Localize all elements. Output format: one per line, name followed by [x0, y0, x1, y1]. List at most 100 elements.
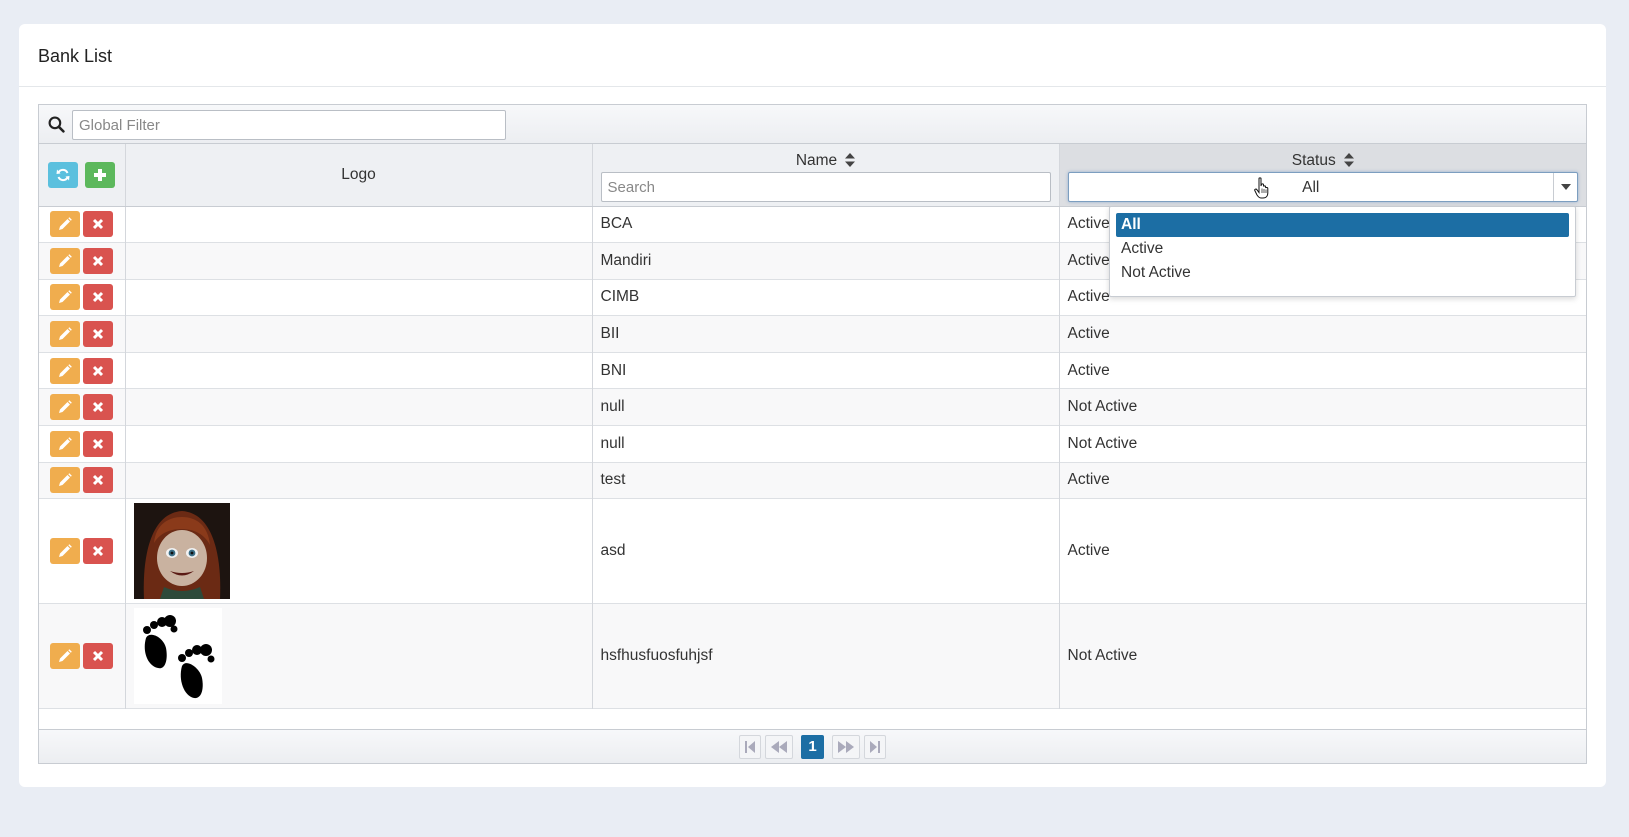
footprints-image [133, 608, 222, 705]
status-cell: Not Active [1067, 647, 1138, 665]
status-cell: Active [1067, 325, 1110, 343]
logo-header-label: Logo [341, 166, 376, 183]
logo-cell [125, 498, 593, 604]
row-actions [39, 462, 126, 499]
pencil-icon [59, 400, 73, 414]
table-row: asd Active [39, 498, 1586, 604]
table-row: null Not Active [39, 388, 1586, 426]
pencil-icon [59, 217, 73, 231]
row-actions [39, 279, 126, 316]
logo-cell [125, 603, 593, 709]
name-cell: null [592, 388, 1060, 426]
logo-cell [125, 206, 593, 243]
next-page-button[interactable] [832, 735, 860, 759]
delete-button[interactable] [83, 211, 114, 238]
page-title: Bank List [19, 24, 1606, 87]
pencil-icon [59, 290, 73, 304]
logo-cell [125, 242, 593, 280]
doll-portrait-image [133, 503, 230, 600]
name-cell: asd [592, 498, 1060, 604]
row-actions [39, 206, 126, 243]
first-page-button[interactable] [739, 735, 761, 759]
edit-button[interactable] [50, 247, 81, 274]
row-actions [39, 352, 126, 389]
plus-icon [94, 168, 107, 181]
pencil-icon [59, 327, 73, 341]
status-cell: Active [1067, 361, 1110, 379]
delete-button[interactable] [83, 247, 114, 274]
status-option[interactable]: Active [1116, 237, 1569, 261]
status-option[interactable]: Not Active [1116, 261, 1569, 285]
search-icon [48, 116, 65, 133]
row-actions [39, 425, 126, 463]
sort-icon[interactable] [845, 153, 856, 167]
global-filter-input[interactable] [72, 110, 506, 140]
delete-button[interactable] [83, 643, 114, 670]
chevron-down-icon [1561, 184, 1571, 190]
status-option[interactable]: All [1116, 213, 1569, 237]
status-filter-dropdown[interactable]: All [1067, 172, 1578, 202]
pencil-icon [59, 437, 73, 450]
last-page-button[interactable] [864, 735, 886, 759]
hand-cursor-icon [1254, 177, 1269, 199]
global-filter-bar [39, 105, 1586, 144]
add-button[interactable] [85, 161, 116, 188]
current-page-button[interactable]: 1 [801, 735, 824, 759]
last-page-icon [870, 741, 880, 753]
status-cell: Active [1067, 542, 1110, 560]
delete-button[interactable] [83, 430, 114, 457]
paginator: 1 [39, 729, 1586, 763]
delete-button[interactable] [83, 538, 114, 565]
delete-button[interactable] [83, 394, 114, 421]
first-page-icon [745, 741, 755, 753]
edit-button[interactable] [50, 643, 81, 670]
logo-cell [125, 315, 593, 353]
refresh-button[interactable] [48, 161, 79, 188]
close-icon [93, 292, 104, 303]
name-header-label: Name [795, 152, 838, 169]
status-dropdown-panel: All Active Not Active [1109, 206, 1576, 297]
pencil-icon [59, 544, 73, 558]
edit-button[interactable] [50, 467, 81, 494]
refresh-icon [56, 168, 70, 181]
delete-button[interactable] [83, 321, 114, 348]
name-header[interactable]: Name [592, 144, 1060, 207]
logo-cell [125, 388, 593, 426]
name-cell: Mandiri [592, 242, 1060, 280]
sort-icon[interactable] [1343, 153, 1354, 167]
row-actions [39, 315, 126, 353]
actions-header [39, 144, 126, 207]
status-cell: Not Active [1067, 398, 1138, 416]
status-cell: Active [1067, 471, 1110, 489]
table-row: null Not Active [39, 425, 1586, 463]
edit-button[interactable] [50, 394, 81, 421]
edit-button[interactable] [50, 430, 81, 457]
edit-button[interactable] [50, 284, 81, 311]
edit-button[interactable] [50, 538, 81, 565]
delete-button[interactable] [83, 284, 114, 311]
delete-button[interactable] [83, 357, 114, 384]
pencil-icon [59, 363, 73, 377]
prev-page-button[interactable] [765, 735, 793, 759]
name-cell: BCA [592, 206, 1060, 243]
edit-button[interactable] [50, 357, 81, 384]
close-icon [93, 438, 104, 449]
name-cell: test [592, 462, 1060, 499]
row-actions [39, 388, 126, 426]
edit-button[interactable] [50, 321, 81, 348]
dropdown-trigger[interactable] [1553, 173, 1577, 201]
close-icon [93, 475, 104, 486]
delete-button[interactable] [83, 467, 114, 494]
name-cell: null [592, 425, 1060, 463]
row-actions [39, 498, 126, 604]
status-cell: Not Active [1067, 434, 1138, 452]
name-search-input[interactable] [600, 172, 1051, 202]
status-header[interactable]: Status All [1059, 144, 1586, 207]
name-cell: CIMB [592, 279, 1060, 316]
pencil-icon [59, 254, 73, 267]
edit-button[interactable] [50, 211, 81, 238]
logo-cell [125, 462, 593, 499]
pencil-icon [59, 473, 73, 487]
table-row: BNI Active [39, 352, 1586, 389]
name-cell: BNI [592, 352, 1060, 389]
